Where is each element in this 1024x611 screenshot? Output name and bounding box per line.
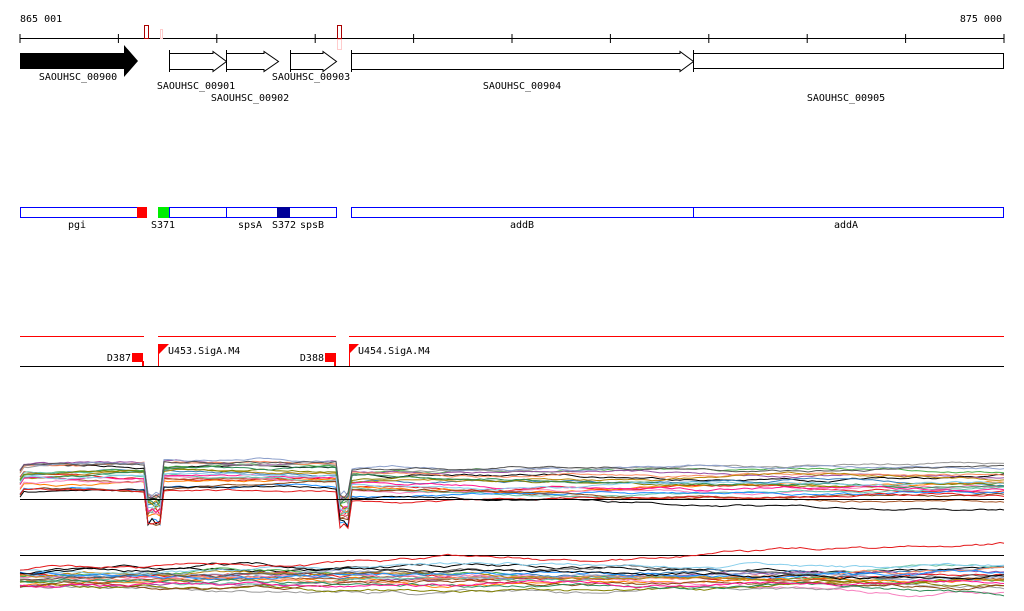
peak-marker [337, 39, 342, 50]
annotation-marker [158, 207, 169, 218]
annotation-label: S371 [151, 220, 175, 231]
feature-track: D387 U453.SigA.M4 D388 U454.SigA.M4 [20, 336, 1004, 367]
annotation-segment[interactable] [169, 207, 227, 218]
annotation-label: pgi [68, 220, 86, 231]
annotation-label: addB [510, 220, 534, 231]
coord-end: 875 000 [960, 14, 1002, 25]
coordinate-ruler: 865 001 875 000 [19, 14, 1005, 50]
peak-marker [144, 25, 149, 39]
annotation-track: pgi S371 spsA S372 spsB addB addA [20, 207, 1004, 231]
annotation-pgi[interactable] [20, 207, 147, 218]
coord-start: 865 001 [20, 14, 62, 25]
terminator-stem [142, 361, 144, 366]
annotation-label: S372 [272, 220, 296, 231]
feature-label: U454.SigA.M4 [358, 346, 430, 357]
gene-arrow-00903[interactable] [290, 50, 338, 73]
gene-label: SAOUHSC_00904 [483, 81, 561, 92]
gene-label: SAOUHSC_00901 [157, 81, 235, 92]
annotation-addB[interactable] [351, 207, 694, 218]
feature-label: U453.SigA.M4 [168, 346, 240, 357]
annotation-addA[interactable] [693, 207, 1004, 218]
annotation-marker [277, 207, 290, 218]
gene-box-00905[interactable] [693, 50, 1004, 72]
annotation-marker [137, 207, 147, 218]
genome-browser: 865 001 875 000 SAOUHSC_00900 SAOUHSC_00… [19, 14, 1005, 598]
gene-track: SAOUHSC_00900 SAOUHSC_00901 SAOUHSC_0090… [20, 45, 1004, 104]
expression-track-2 [19, 541, 1005, 598]
annotation-label: spsA [238, 220, 262, 231]
gene-arrow-00904[interactable] [351, 50, 695, 73]
feature-label: D388 [300, 353, 324, 364]
gene-label: SAOUHSC_00900 [39, 72, 117, 83]
annotation-label: addA [834, 220, 858, 231]
gene-arrow-00901[interactable] [169, 50, 228, 73]
terminator-marker[interactable] [132, 353, 143, 362]
peak-marker [337, 25, 342, 39]
gene-label: SAOUHSC_00903 [272, 72, 350, 83]
terminator-marker[interactable] [325, 353, 336, 362]
expression-track-1 [19, 457, 1005, 530]
gene-label: SAOUHSC_00902 [211, 93, 289, 104]
feature-label: D387 [107, 353, 131, 364]
expression-line [19, 475, 1005, 521]
peak-marker [160, 29, 163, 39]
gene-arrow-00902[interactable] [226, 50, 280, 73]
annotation-label: spsB [300, 220, 324, 231]
gene-label: SAOUHSC_00905 [807, 93, 885, 104]
terminator-stem [334, 361, 336, 366]
expression-line [19, 476, 1005, 520]
